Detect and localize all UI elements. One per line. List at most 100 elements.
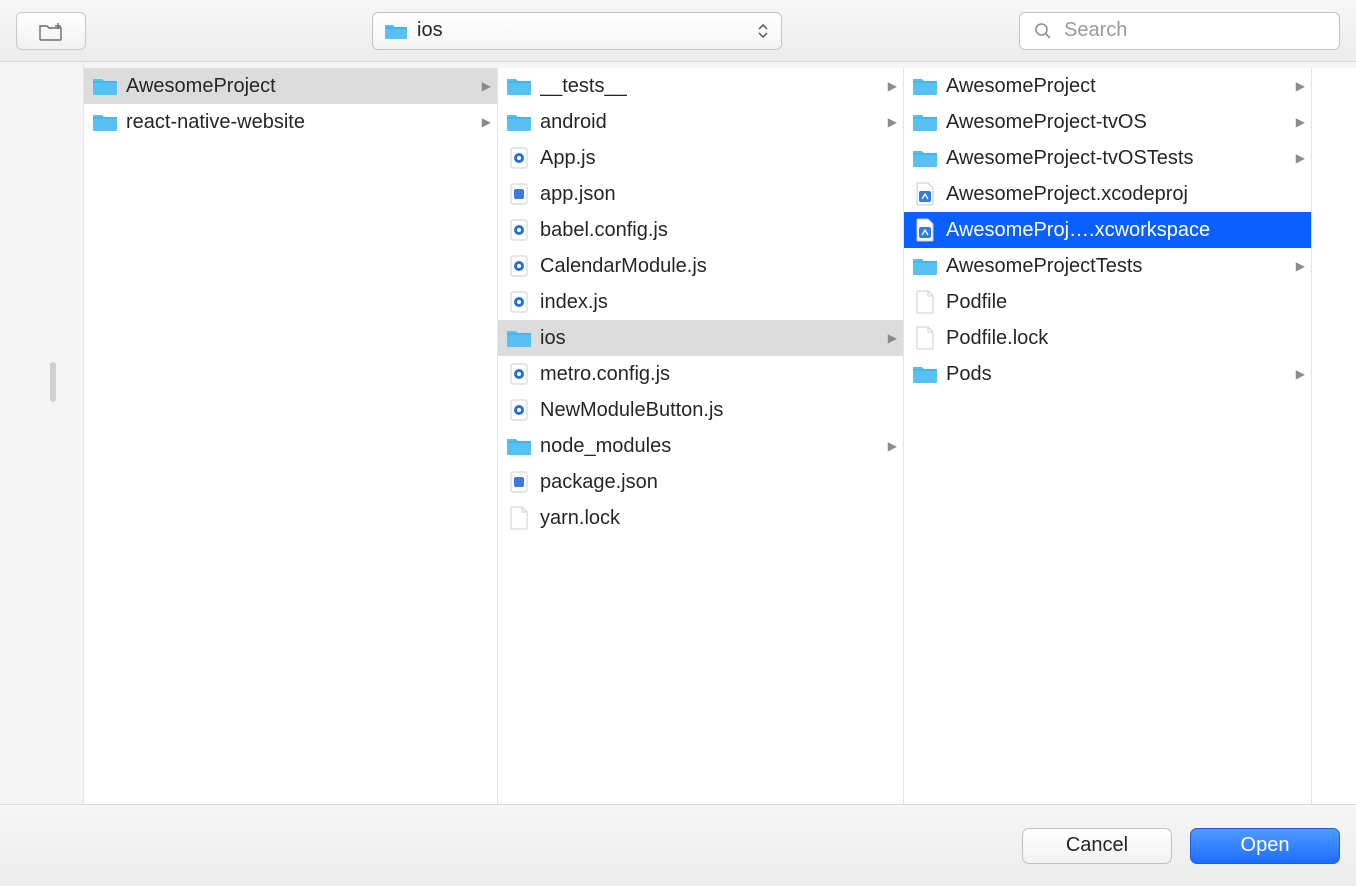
js-file-icon — [506, 291, 532, 313]
cancel-button[interactable]: Cancel — [1022, 828, 1172, 864]
chevron-right-icon: ▶ — [883, 331, 897, 345]
toolbar: ios — [0, 0, 1356, 62]
column-1[interactable]: __tests__ ▶ android ▶ App.js app.json babel.co… — [498, 68, 904, 804]
list-item[interactable]: package.json — [498, 464, 903, 500]
list-item[interactable]: yarn.lock — [498, 500, 903, 536]
item-label: android — [540, 111, 875, 134]
list-item[interactable]: metro.config.js — [498, 356, 903, 392]
folder-icon — [506, 75, 532, 97]
folder-icon — [506, 111, 532, 133]
column-view: AwesomeProject ▶ react-native-website ▶ __t… — [84, 62, 1356, 804]
item-label: AwesomeProj….xcworkspace — [946, 219, 1283, 242]
item-label: app.json — [540, 183, 875, 206]
item-label: Pods — [946, 363, 1283, 386]
column-gutter — [1312, 68, 1356, 804]
item-label: Podfile — [946, 291, 1283, 314]
item-label: node_modules — [540, 435, 875, 458]
js-file-icon — [506, 147, 532, 169]
list-item[interactable]: AwesomeProject-tvOSTests ▶ — [904, 140, 1311, 176]
item-label: App.js — [540, 147, 875, 170]
chevron-right-icon: ▶ — [1291, 151, 1305, 165]
list-item[interactable]: index.js — [498, 284, 903, 320]
search-icon — [1030, 20, 1056, 42]
file-icon — [912, 327, 938, 349]
folder-icon — [912, 147, 938, 169]
item-label: package.json — [540, 471, 875, 494]
chevron-right-icon: ▶ — [883, 439, 897, 453]
chevron-right-icon: ▶ — [883, 115, 897, 129]
list-item[interactable]: app.json — [498, 176, 903, 212]
folder-icon — [92, 75, 118, 97]
list-item[interactable]: react-native-website ▶ — [84, 104, 497, 140]
open-button[interactable]: Open — [1190, 828, 1340, 864]
js-file-icon — [506, 363, 532, 385]
file-icon — [912, 291, 938, 313]
list-item[interactable]: AwesomeProject ▶ — [84, 68, 497, 104]
item-label: metro.config.js — [540, 363, 875, 386]
list-item[interactable]: android ▶ — [498, 104, 903, 140]
chevron-right-icon: ▶ — [1291, 79, 1305, 93]
search-input[interactable] — [1064, 19, 1329, 42]
cancel-label: Cancel — [1066, 834, 1128, 857]
chevron-right-icon: ▶ — [1291, 367, 1305, 381]
item-label: CalendarModule.js — [540, 255, 875, 278]
list-item[interactable]: AwesomeProject ▶ — [904, 68, 1311, 104]
list-item[interactable]: Pods ▶ — [904, 356, 1311, 392]
path-popup[interactable]: ios — [372, 12, 782, 50]
column-0[interactable]: AwesomeProject ▶ react-native-website ▶ — [84, 68, 498, 804]
new-folder-button[interactable] — [16, 12, 86, 50]
search-box[interactable] — [1019, 12, 1340, 50]
folder-icon — [912, 75, 938, 97]
chevron-right-icon: ▶ — [1291, 115, 1305, 129]
list-item[interactable]: AwesomeProject.xcodeproj — [904, 176, 1311, 212]
path-label: ios — [417, 19, 443, 42]
list-item[interactable]: NewModuleButton.js — [498, 392, 903, 428]
list-item[interactable]: __tests__ ▶ — [498, 68, 903, 104]
list-item[interactable]: babel.config.js — [498, 212, 903, 248]
dialog-footer: Cancel Open — [0, 804, 1356, 886]
json-file-icon — [506, 471, 532, 493]
folder-icon — [506, 327, 532, 349]
item-label: index.js — [540, 291, 875, 314]
item-label: AwesomeProject-tvOSTests — [946, 147, 1283, 170]
new-folder-icon — [38, 20, 64, 42]
browser-body: AwesomeProject ▶ react-native-website ▶ __t… — [0, 62, 1356, 804]
item-label: babel.config.js — [540, 219, 875, 242]
item-label: AwesomeProject-tvOS — [946, 111, 1283, 134]
item-label: yarn.lock — [540, 507, 875, 530]
xcode-file-icon — [912, 219, 938, 241]
list-item[interactable]: App.js — [498, 140, 903, 176]
list-item[interactable]: node_modules ▶ — [498, 428, 903, 464]
item-label: react-native-website — [126, 111, 469, 134]
xcode-file-icon — [912, 183, 938, 205]
list-item[interactable]: AwesomeProjectTests▶ — [904, 248, 1311, 284]
file-icon — [506, 507, 532, 529]
chevron-right-icon: ▶ — [477, 115, 491, 129]
folder-icon — [506, 435, 532, 457]
sidebar-resize-handle[interactable] — [50, 362, 56, 402]
folder-icon — [92, 111, 118, 133]
list-item[interactable]: Podfile.lock — [904, 320, 1311, 356]
chevron-right-icon: ▶ — [883, 79, 897, 93]
list-item[interactable]: CalendarModule.js — [498, 248, 903, 284]
path-stepper-icon — [755, 24, 771, 38]
list-item[interactable]: ios ▶ — [498, 320, 903, 356]
folder-icon — [912, 255, 938, 277]
chevron-right-icon: ▶ — [477, 79, 491, 93]
folder-icon — [912, 363, 938, 385]
item-label: NewModuleButton.js — [540, 399, 875, 422]
item-label: AwesomeProject — [126, 75, 469, 98]
column-2[interactable]: AwesomeProject▶AwesomeProject-tvOS▶Aweso… — [904, 68, 1312, 804]
json-file-icon — [506, 183, 532, 205]
list-item[interactable]: AwesomeProject-tvOS ▶ — [904, 104, 1311, 140]
item-label: __tests__ — [540, 75, 875, 98]
item-label: AwesomeProject — [946, 75, 1283, 98]
js-file-icon — [506, 399, 532, 421]
list-item[interactable]: Podfile — [904, 284, 1311, 320]
folder-icon — [383, 20, 409, 42]
item-label: AwesomeProjectTests — [946, 255, 1283, 278]
folder-icon — [912, 111, 938, 133]
item-label: ios — [540, 327, 875, 350]
list-item[interactable]: AwesomeProj….xcworkspace — [904, 212, 1311, 248]
item-label: Podfile.lock — [946, 327, 1283, 350]
